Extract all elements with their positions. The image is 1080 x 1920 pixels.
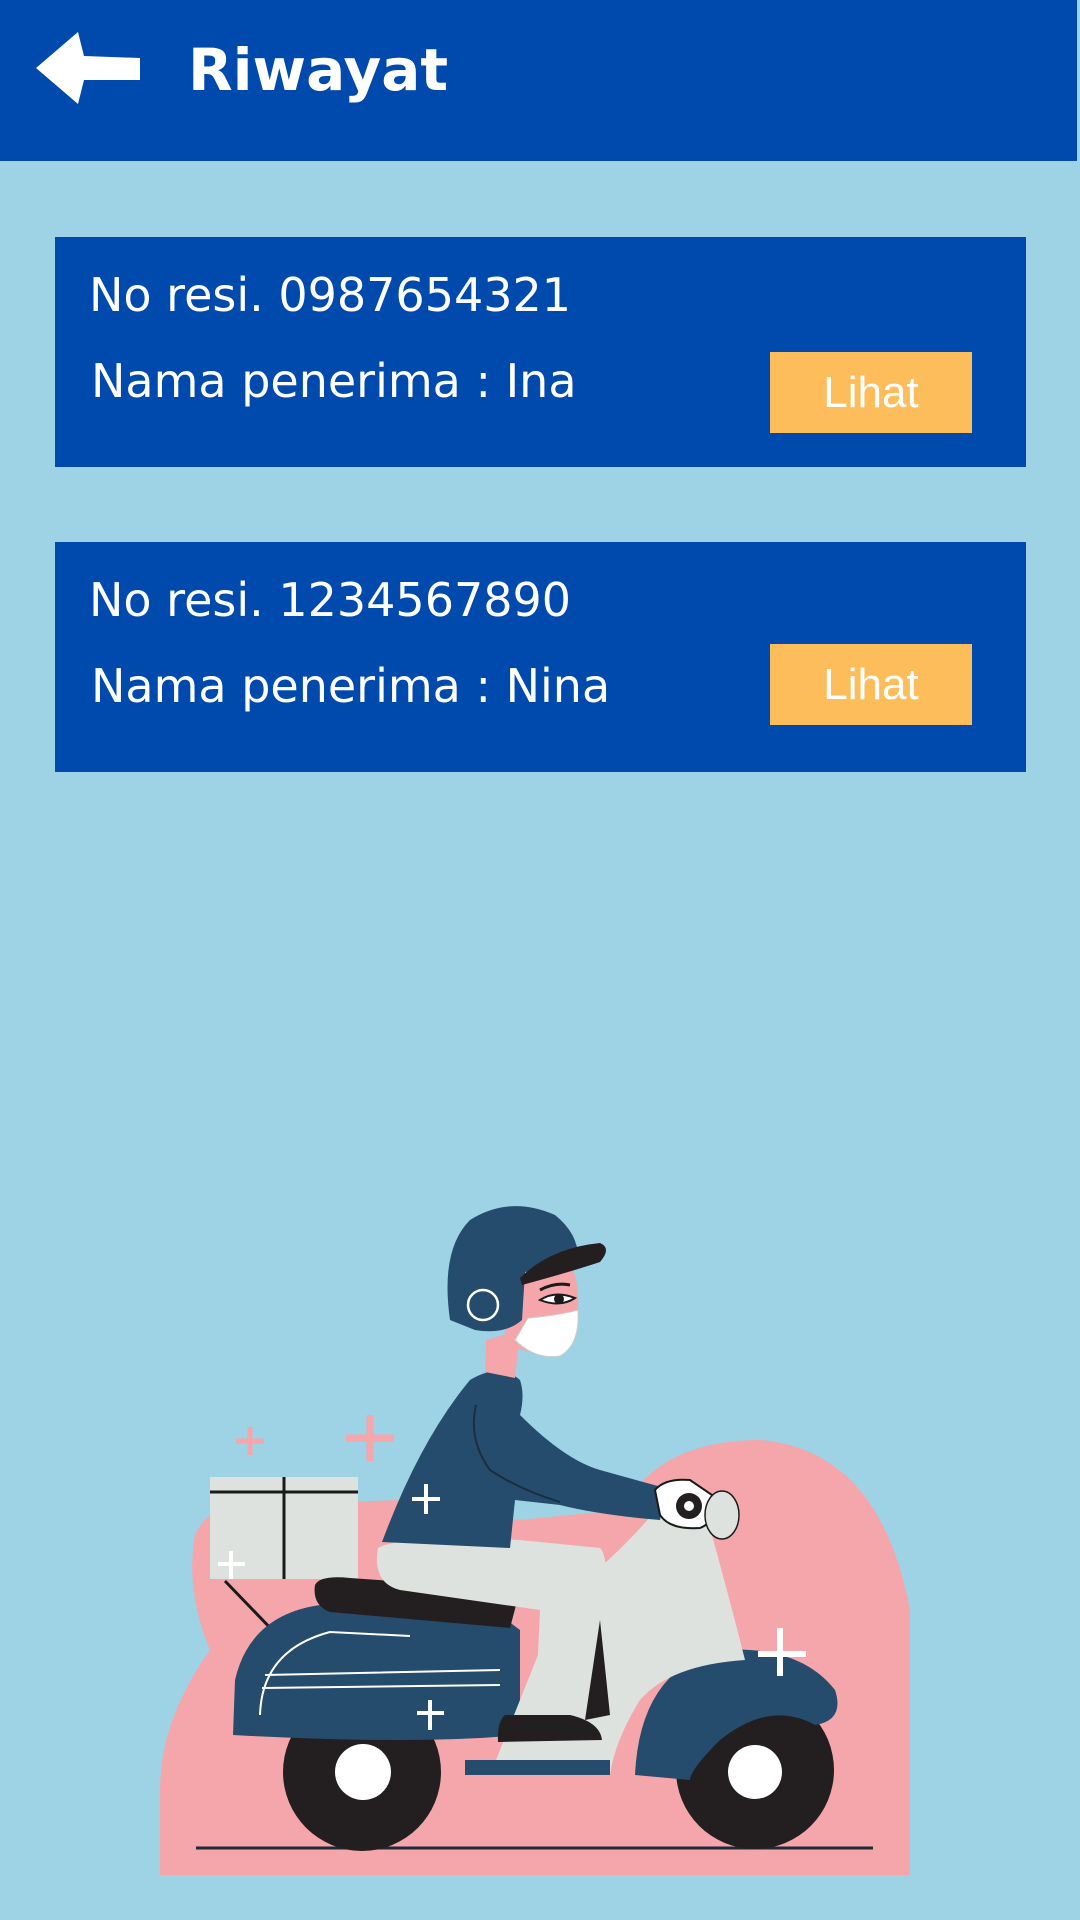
page-title: Riwayat [188, 36, 449, 104]
delivery-scooter-illustration [160, 1206, 910, 1875]
view-button[interactable]: Lihat [770, 644, 972, 725]
tracking-number: No resi. 1234567890 [89, 573, 572, 627]
history-card: No resi. 1234567890 Nama penerima : Nina… [55, 542, 1026, 772]
app-bar: Riwayat [0, 0, 1077, 161]
recipient-name: Nama penerima : Ina [91, 354, 577, 408]
recipient-name: Nama penerima : Nina [91, 659, 611, 713]
back-button[interactable] [30, 28, 145, 108]
history-card: No resi. 0987654321 Nama penerima : Ina … [55, 237, 1026, 467]
arrow-left-icon [36, 32, 140, 104]
tracking-number: No resi. 0987654321 [89, 268, 572, 322]
view-button[interactable]: Lihat [770, 352, 972, 433]
